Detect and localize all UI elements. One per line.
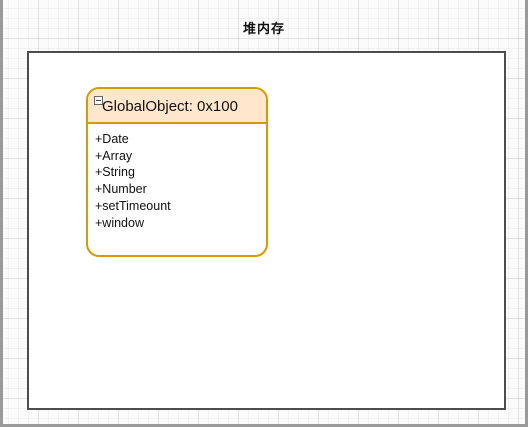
member-item[interactable]: +Date bbox=[95, 131, 266, 148]
member-list: +Date +Array +String +Number +setTimeoun… bbox=[88, 124, 266, 231]
heap-title[interactable]: 堆内存 bbox=[0, 18, 528, 37]
member-item[interactable]: +window bbox=[95, 215, 266, 232]
member-item[interactable]: +String bbox=[95, 164, 266, 181]
member-item[interactable]: +Number bbox=[95, 181, 266, 198]
member-item[interactable]: +setTimeount bbox=[95, 198, 266, 215]
class-name: GlobalObject: 0x100 bbox=[102, 98, 238, 115]
window-frame-left bbox=[0, 0, 3, 427]
member-item[interactable]: +Array bbox=[95, 148, 266, 165]
global-object-class[interactable]: GlobalObject: 0x100 +Date +Array +String… bbox=[86, 87, 268, 257]
class-header[interactable]: GlobalObject: 0x100 bbox=[88, 89, 266, 124]
